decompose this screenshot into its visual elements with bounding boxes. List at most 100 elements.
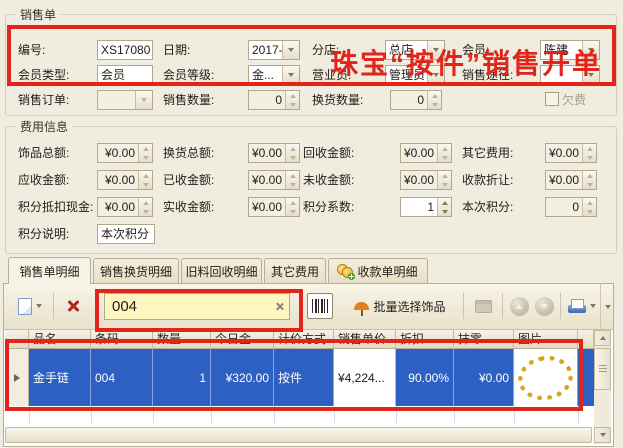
receivable-label: 应收金额: — [18, 170, 69, 190]
clerk-combobox[interactable]: 管理员 — [385, 65, 445, 85]
chevron-down-icon[interactable] — [427, 66, 444, 84]
chevron-down-icon[interactable] — [282, 66, 299, 84]
allowance-spinner[interactable]: ¥0.00 — [545, 170, 597, 190]
cell-discount[interactable]: 90.00% — [396, 349, 454, 406]
move-up-button[interactable] — [507, 291, 531, 321]
chevron-down-icon[interactable] — [582, 41, 599, 59]
tab-exchange-detail[interactable]: 销售换货明细 — [93, 258, 179, 283]
chevron-down-icon[interactable] — [582, 66, 599, 84]
col-header-rounding[interactable]: 抹零 — [454, 330, 514, 349]
col-header-unit-price[interactable]: 销售单价 — [334, 330, 396, 349]
receivable-spinner[interactable]: ¥0.00 — [97, 170, 153, 190]
sales-group-title: 销售单 — [15, 6, 61, 23]
exchange-qty-value: 0 — [391, 91, 427, 109]
spinner-arrows-icon — [138, 144, 152, 162]
cell-unit-price-editing[interactable]: ¥4,224... — [334, 349, 396, 406]
current-points-value: 0 — [546, 198, 582, 216]
cell-image[interactable] — [514, 349, 578, 406]
cell-gold-price[interactable]: ¥320.00 — [211, 349, 274, 406]
tab-recycle-detail[interactable]: 旧料回收明细 — [181, 258, 262, 283]
arrears-checkbox[interactable] — [545, 92, 559, 106]
move-down-button[interactable] — [532, 291, 556, 321]
col-header-gold-price[interactable]: 今日金… — [211, 330, 274, 349]
grid-line — [334, 406, 335, 423]
new-item-button[interactable] — [12, 291, 48, 321]
points-cash-spinner[interactable]: ¥0.00 — [97, 197, 153, 217]
col-header-barcode[interactable]: 条码 — [91, 330, 153, 349]
channel-value — [541, 66, 582, 84]
member-type-input[interactable]: 会员 — [97, 65, 153, 85]
received-value: ¥0.00 — [249, 171, 285, 189]
member-value: 陈建 — [541, 41, 582, 59]
copy-row-button[interactable] — [468, 291, 498, 321]
clear-search-icon[interactable] — [275, 302, 284, 311]
toolbar-overflow-button[interactable] — [600, 284, 614, 329]
exchange-qty-spinner[interactable]: 0 — [390, 90, 442, 110]
barcode-search-input[interactable]: 004 — [104, 293, 290, 320]
date-combobox[interactable]: 2017-0 — [248, 40, 300, 60]
other-fee-spinner[interactable]: ¥0.00 — [545, 143, 597, 163]
tab-sales-detail[interactable]: 销售单明细 — [8, 257, 91, 284]
cell-name[interactable]: 金手链 — [29, 349, 91, 406]
col-header-image[interactable]: 图片 — [514, 330, 578, 349]
points-factor-spinner[interactable]: 1 — [400, 197, 452, 217]
detail-panel: 004 批量选择饰品 — [3, 283, 614, 447]
sales-qty-spinner[interactable]: 0 — [248, 90, 300, 110]
col-header-discount[interactable]: 折扣 — [396, 330, 454, 349]
umbrella-icon — [354, 302, 369, 310]
scroll-down-button[interactable] — [594, 427, 611, 443]
printer-icon — [568, 299, 586, 314]
other-fee-value: ¥0.00 — [546, 144, 582, 162]
col-header-pricing[interactable]: 计价方式 — [274, 330, 334, 349]
unreceived-spinner[interactable]: ¥0.00 — [400, 170, 452, 190]
received-spinner[interactable]: ¥0.00 — [248, 170, 300, 190]
unreceived-value: ¥0.00 — [401, 171, 437, 189]
col-header-name[interactable]: 品名 — [29, 330, 91, 349]
row-indicator-cell[interactable] — [5, 349, 29, 406]
cell-qty[interactable]: 1 — [153, 349, 211, 406]
cell-pricing[interactable]: 按件 — [274, 349, 334, 406]
grid-line — [29, 406, 30, 423]
spinner-arrows-icon[interactable] — [437, 198, 451, 216]
items-total-spinner[interactable]: ¥0.00 — [97, 143, 153, 163]
cell-barcode[interactable]: 004 — [91, 349, 153, 406]
delete-item-button[interactable] — [58, 291, 88, 321]
chevron-down-icon[interactable] — [282, 41, 299, 59]
member-level-combobox[interactable]: 金... — [248, 65, 300, 85]
member-level-value: 金... — [249, 66, 282, 84]
items-total-value: ¥0.00 — [98, 144, 138, 162]
col-header-qty[interactable]: 数量 — [153, 330, 211, 349]
unreceived-label: 未收金额: — [303, 170, 354, 190]
points-note-label: 积分说明: — [18, 224, 69, 244]
spinner-arrows-icon — [582, 198, 596, 216]
sales-order-combobox[interactable] — [97, 90, 153, 110]
batch-select-label: 批量选择饰品 — [373, 298, 445, 315]
horizontal-scrollbar[interactable] — [5, 427, 592, 443]
tab-receipt-detail[interactable]: 收款单明细 — [328, 258, 428, 283]
jewelry-sales-window: 销售单 编号: XS17080 日期: 2017-0 分店: 总店 会员: 陈建… — [0, 0, 623, 448]
circle-down-arrow-icon — [535, 297, 554, 316]
gold-bracelet-image — [515, 351, 577, 404]
branch-value: 总店 — [386, 41, 427, 59]
points-note-input[interactable]: 本次积分 — [97, 224, 155, 244]
barcode-scan-button[interactable] — [307, 293, 333, 319]
exchange-qty-label: 换货数量: — [312, 90, 363, 110]
order-no-input[interactable]: XS17080 — [97, 40, 153, 60]
toolbar-separator — [463, 293, 464, 319]
current-points-spinner[interactable]: 0 — [545, 197, 597, 217]
member-combobox[interactable]: 陈建 — [540, 40, 600, 60]
plus-badge-icon — [348, 273, 355, 280]
chevron-down-icon — [135, 91, 152, 109]
batch-select-button[interactable]: 批量选择饰品 — [341, 291, 459, 321]
cell-rounding[interactable]: ¥0.00 — [454, 349, 514, 406]
branch-combobox[interactable]: 总店 — [385, 40, 445, 60]
channel-combobox[interactable] — [540, 65, 600, 85]
scroll-up-button[interactable] — [594, 330, 611, 346]
chevron-down-icon[interactable] — [427, 41, 444, 59]
actual-received-spinner[interactable]: ¥0.00 — [248, 197, 300, 217]
print-button[interactable] — [564, 291, 600, 321]
exchange-total-spinner[interactable]: ¥0.00 — [248, 143, 300, 163]
scrollbar-thumb[interactable] — [594, 348, 611, 390]
tab-other-fee[interactable]: 其它费用 — [264, 258, 326, 283]
recycle-amount-spinner[interactable]: ¥0.00 — [400, 143, 452, 163]
